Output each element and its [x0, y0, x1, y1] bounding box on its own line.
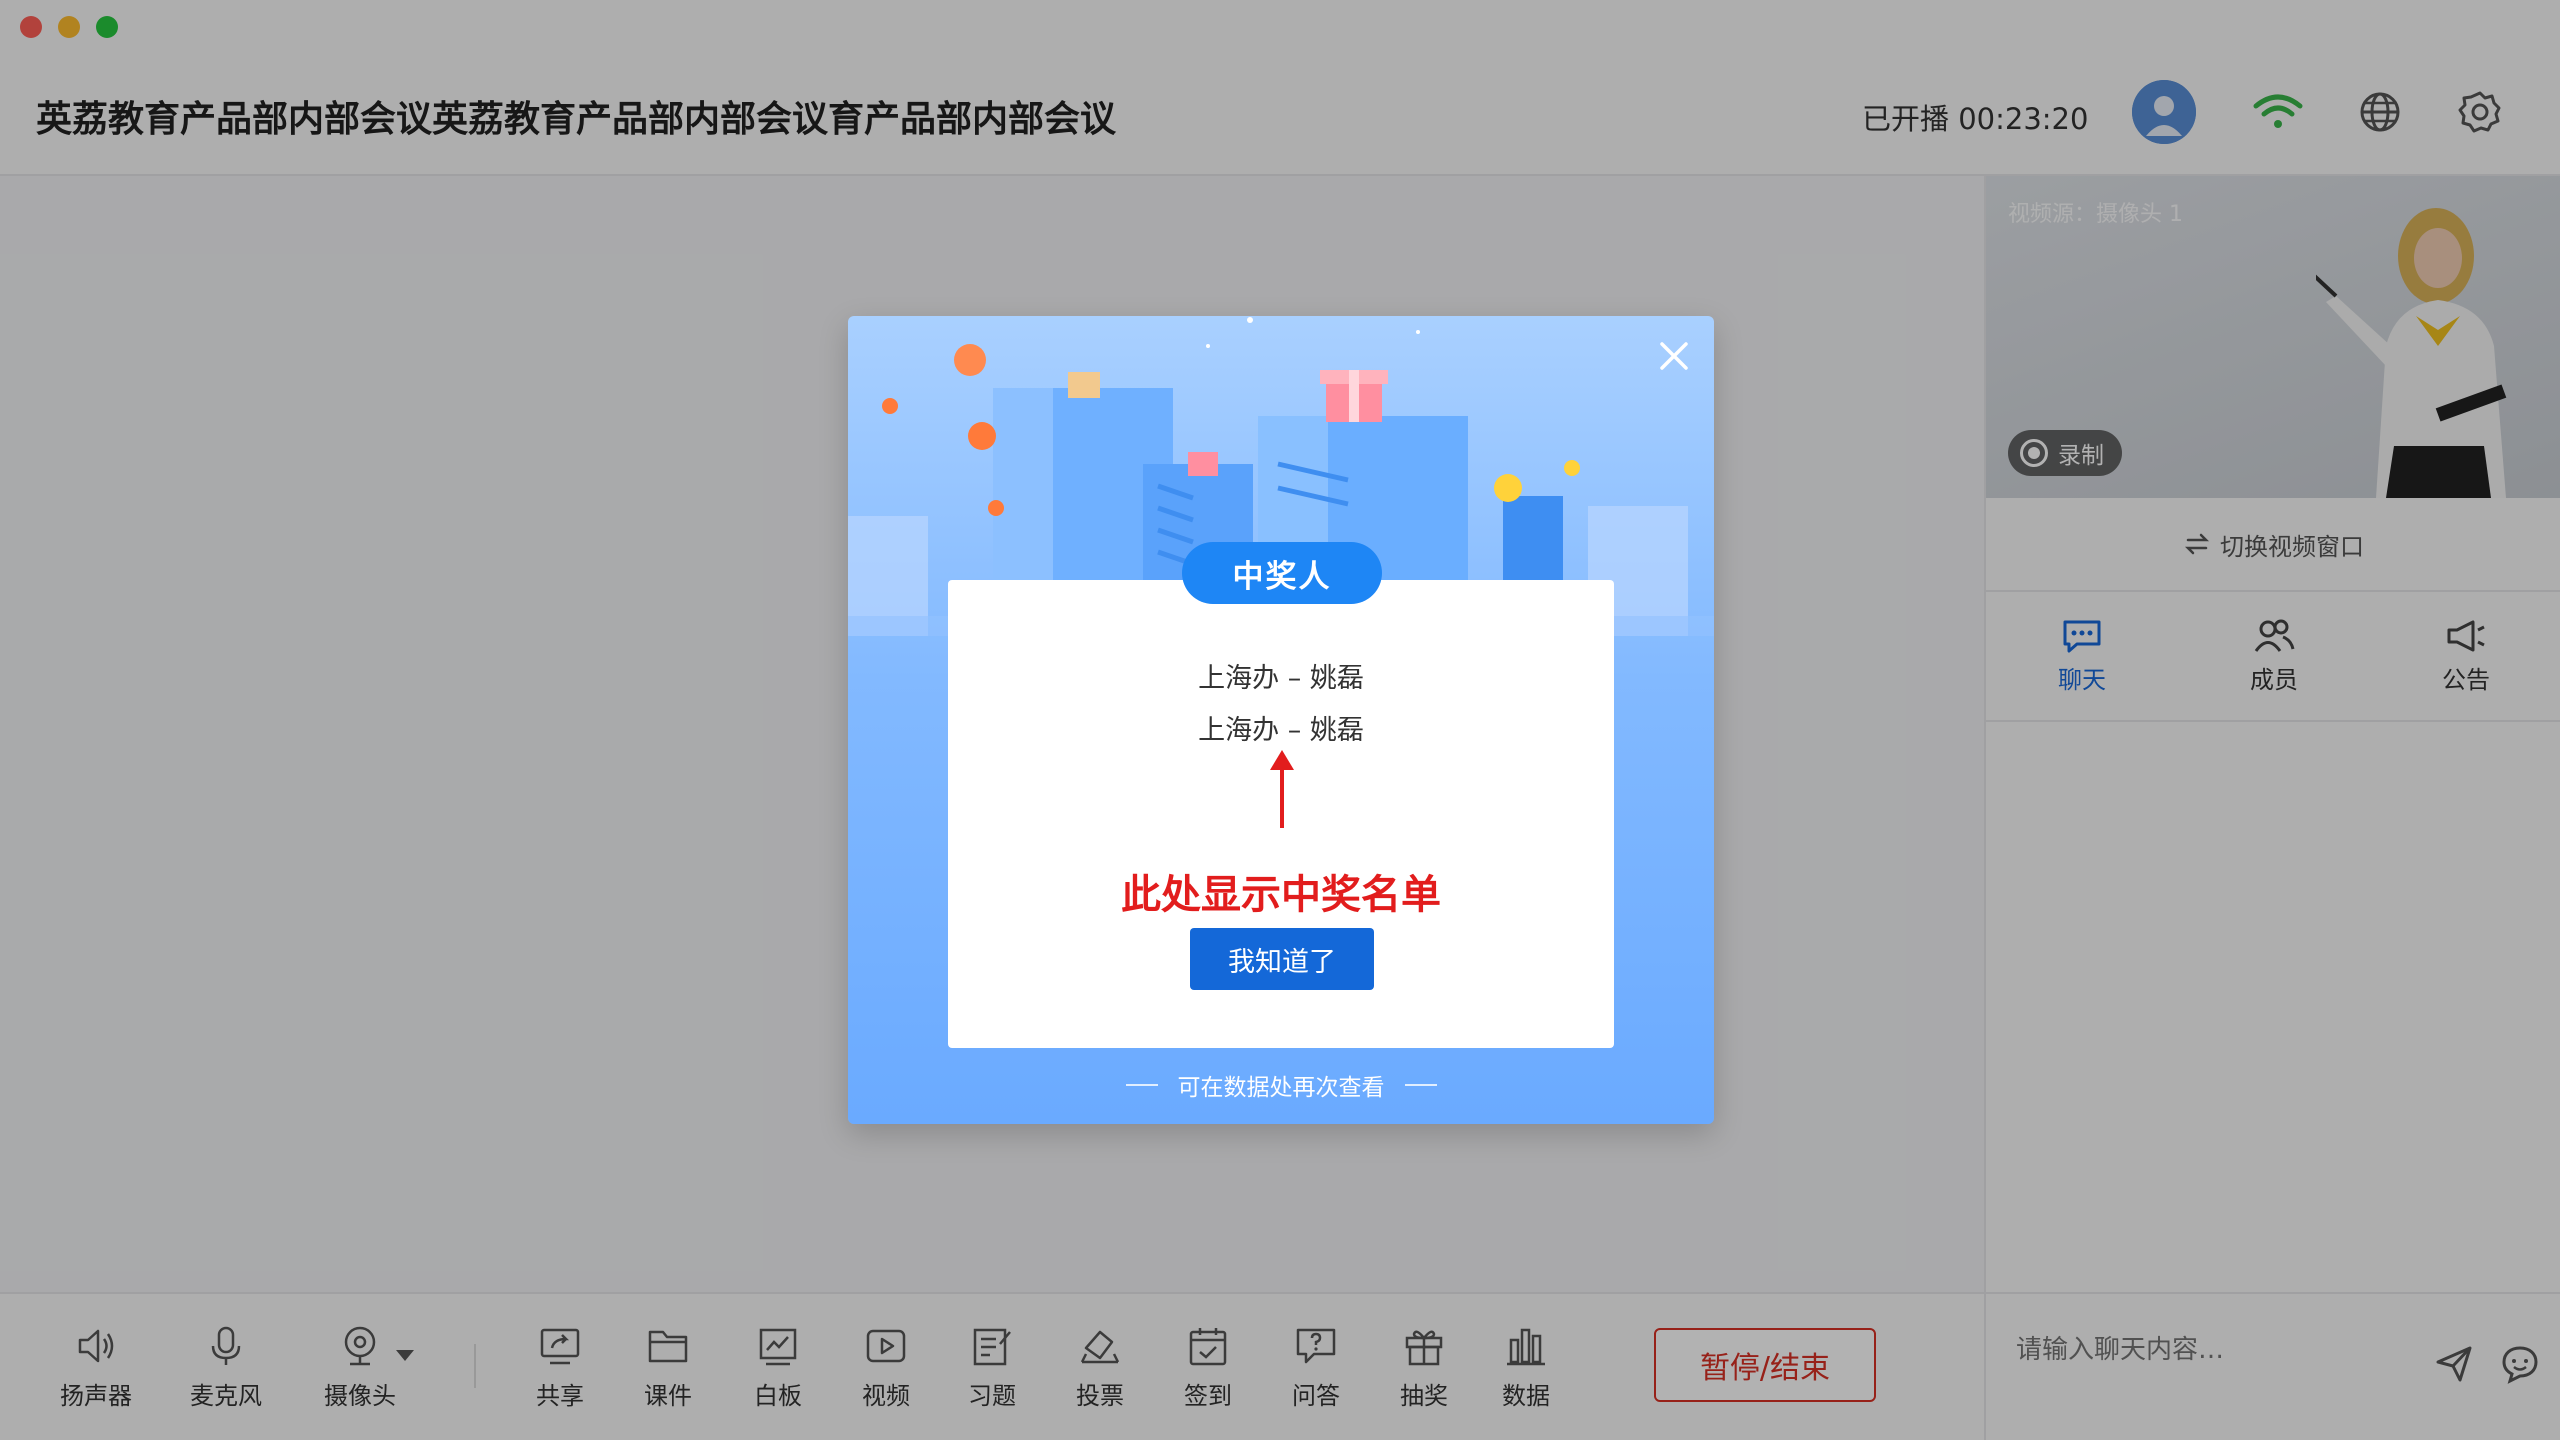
- winner-list-annotation: 此处显示中奖名单: [1121, 872, 1441, 918]
- footnote-divider: [1404, 1084, 1437, 1086]
- footnote-divider: [1125, 1084, 1158, 1086]
- close-icon[interactable]: [1654, 336, 1694, 376]
- dialog-footnote: 可在数据处再次查看: [848, 1068, 1714, 1102]
- winner-entry: 上海办 – 姚磊: [1198, 715, 1364, 746]
- acknowledge-button[interactable]: 我知道了: [1190, 928, 1374, 990]
- dialog-title: 中奖人: [1182, 542, 1382, 604]
- footnote-text: 可在数据处再次查看: [1177, 1075, 1385, 1101]
- up-arrow-icon: [1270, 750, 1294, 828]
- winner-entry: 上海办 – 姚磊: [1198, 663, 1364, 694]
- winner-card: 上海办 – 姚磊 上海办 – 姚磊 此处显示中奖名单 我知道了: [948, 580, 1614, 1048]
- lottery-winners-dialog: 上海办 – 姚磊 上海办 – 姚磊 此处显示中奖名单 我知道了 中奖人 可在数据…: [848, 316, 1714, 1124]
